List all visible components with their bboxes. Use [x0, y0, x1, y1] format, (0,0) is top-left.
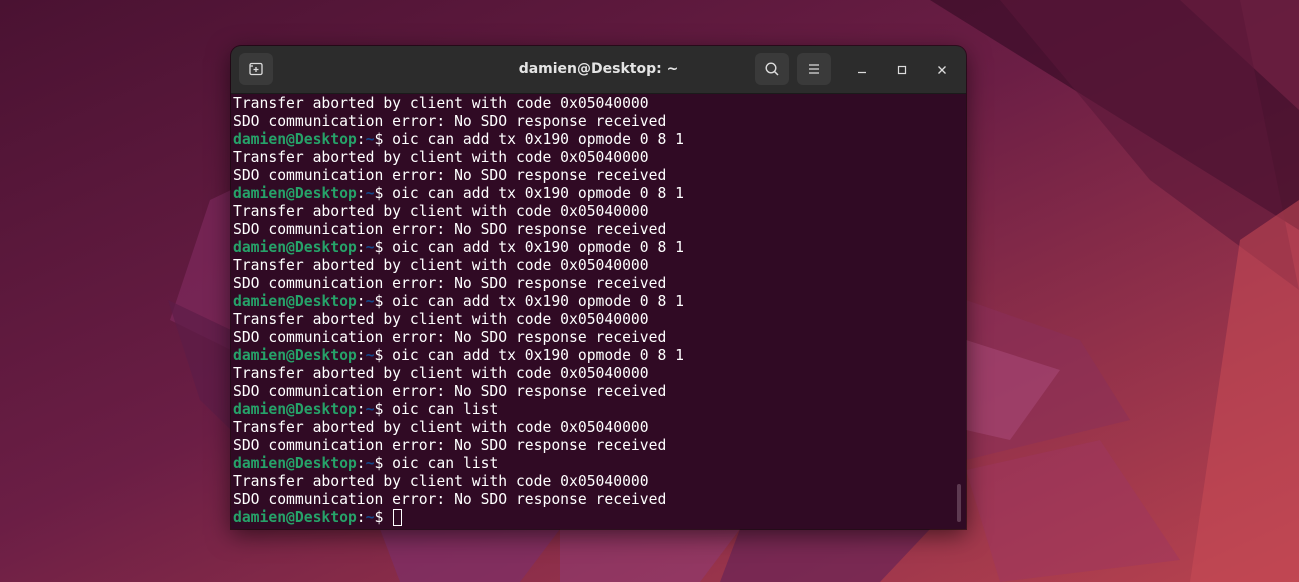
prompt-line: damien@Desktop:~$ oic can list	[233, 455, 955, 473]
hamburger-menu-icon	[809, 64, 819, 74]
text-cursor	[393, 509, 403, 526]
command-text: oic can add tx 0x190 opmode 0 8 1	[392, 131, 684, 148]
minimize-button[interactable]	[851, 59, 873, 81]
prompt-user: damien@Desktop	[233, 239, 357, 256]
prompt-separator: :	[356, 401, 366, 418]
prompt-separator: :	[356, 185, 366, 202]
prompt-separator: :	[356, 239, 366, 256]
output-line: SDO communication error: No SDO response…	[233, 275, 667, 292]
prompt-user: damien@Desktop	[233, 131, 357, 148]
output-line: SDO communication error: No SDO response…	[233, 329, 667, 346]
prompt-separator: :	[356, 131, 366, 148]
output-line: Transfer aborted by client with code 0x0…	[233, 203, 649, 220]
scrollbar[interactable]	[957, 484, 961, 522]
minimize-icon	[858, 71, 866, 74]
output-line: SDO communication error: No SDO response…	[233, 383, 667, 400]
header-bar: damien@Desktop: ~	[231, 46, 966, 94]
output-line: SDO communication error: No SDO response…	[233, 113, 667, 130]
output-line: SDO communication error: No SDO response…	[233, 221, 667, 238]
prompt-line: damien@Desktop:~$ oic can add tx 0x190 o…	[233, 347, 955, 365]
search-icon	[765, 62, 779, 76]
command-text: oic can list	[392, 455, 499, 472]
output-line: Transfer aborted by client with code 0x0…	[233, 365, 649, 382]
output-line: Transfer aborted by client with code 0x0…	[233, 257, 649, 274]
prompt-line: damien@Desktop:~$ oic can list	[233, 401, 955, 419]
close-button[interactable]	[931, 59, 953, 81]
prompt-separator: :	[356, 509, 366, 526]
prompt-symbol: $	[374, 347, 393, 364]
prompt-user: damien@Desktop	[233, 347, 357, 364]
output-line: Transfer aborted by client with code 0x0…	[233, 419, 649, 436]
prompt-user: damien@Desktop	[233, 293, 357, 310]
output-line: Transfer aborted by client with code 0x0…	[233, 311, 649, 328]
prompt-symbol: $	[374, 509, 393, 526]
new-tab-button[interactable]	[239, 53, 273, 85]
prompt-separator: :	[356, 347, 366, 364]
prompt-symbol: $	[374, 185, 393, 202]
command-text: oic can add tx 0x190 opmode 0 8 1	[392, 239, 684, 256]
prompt-line: damien@Desktop:~$ oic can add tx 0x190 o…	[233, 293, 955, 311]
search-button[interactable]	[755, 53, 789, 85]
prompt-user: damien@Desktop	[233, 401, 357, 418]
output-line: SDO communication error: No SDO response…	[233, 491, 667, 508]
prompt-user: damien@Desktop	[233, 455, 357, 472]
terminal-area[interactable]: Transfer aborted by client with code 0x0…	[231, 94, 966, 529]
close-icon	[938, 66, 946, 74]
prompt-symbol: $	[374, 131, 393, 148]
prompt-separator: :	[356, 293, 366, 310]
new-tab-icon	[249, 62, 263, 76]
command-text: oic can add tx 0x190 opmode 0 8 1	[392, 185, 684, 202]
maximize-button[interactable]	[891, 59, 913, 81]
output-line: SDO communication error: No SDO response…	[233, 437, 667, 454]
output-line: Transfer aborted by client with code 0x0…	[233, 149, 649, 166]
menu-button[interactable]	[797, 53, 831, 85]
prompt-symbol: $	[374, 455, 393, 472]
prompt-symbol: $	[374, 401, 393, 418]
prompt-line: damien@Desktop:~$ oic can add tx 0x190 o…	[233, 185, 955, 203]
prompt-user: damien@Desktop	[233, 185, 357, 202]
terminal-output: Transfer aborted by client with code 0x0…	[233, 95, 955, 527]
output-line: Transfer aborted by client with code 0x0…	[233, 473, 649, 490]
prompt-line: damien@Desktop:~$ oic can add tx 0x190 o…	[233, 239, 955, 257]
prompt-line: damien@Desktop:~$	[233, 509, 955, 527]
prompt-symbol: $	[374, 293, 393, 310]
output-line: Transfer aborted by client with code 0x0…	[233, 95, 649, 112]
command-text: oic can add tx 0x190 opmode 0 8 1	[392, 347, 684, 364]
prompt-symbol: $	[374, 239, 393, 256]
command-text: oic can add tx 0x190 opmode 0 8 1	[392, 293, 684, 310]
prompt-separator: :	[356, 455, 366, 472]
maximize-icon	[897, 65, 907, 75]
output-line: SDO communication error: No SDO response…	[233, 167, 667, 184]
command-text: oic can list	[392, 401, 499, 418]
prompt-user: damien@Desktop	[233, 509, 357, 526]
prompt-line: damien@Desktop:~$ oic can add tx 0x190 o…	[233, 131, 955, 149]
terminal-window: damien@Desktop: ~ Transfer aborted by cl…	[231, 46, 966, 529]
